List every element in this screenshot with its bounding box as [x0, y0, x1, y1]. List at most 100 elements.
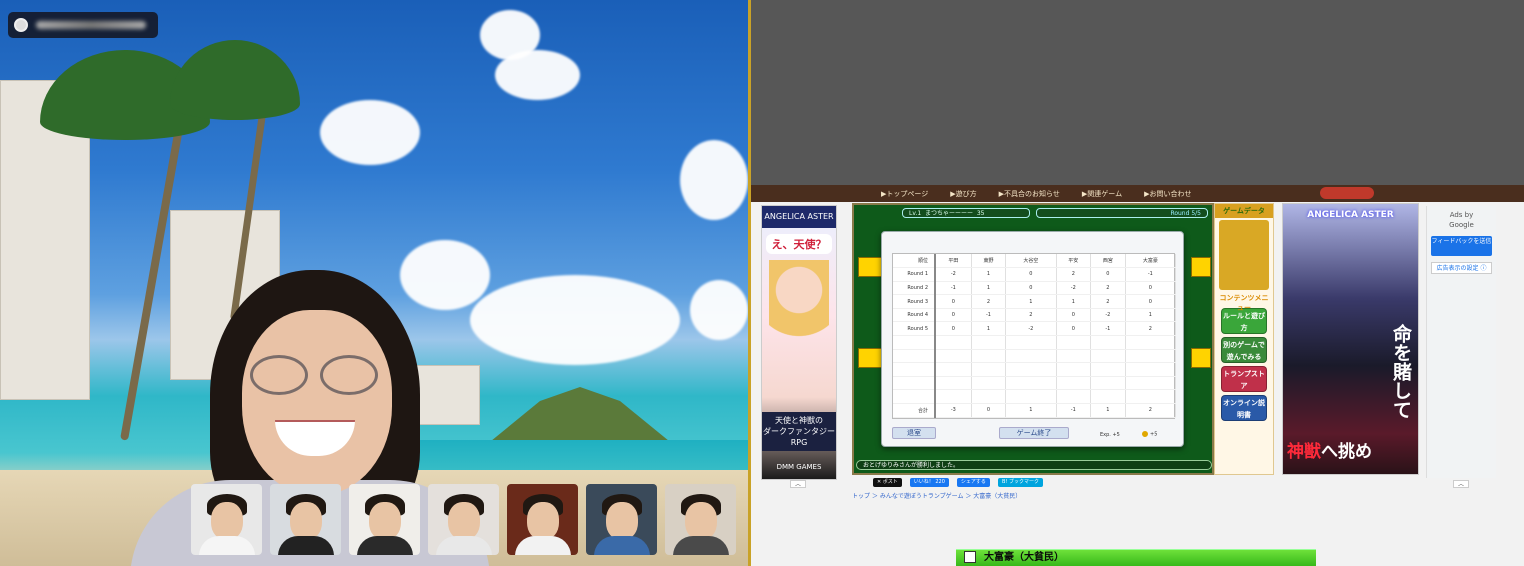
menu-heading: コンテンツメニュー — [1219, 294, 1269, 312]
participant-tile[interactable] — [665, 484, 736, 555]
nav-link[interactable]: ▶トップページ — [881, 189, 928, 199]
empty-row — [893, 349, 1177, 364]
table-row: Round 3021120 — [893, 294, 1177, 309]
glasses-icon — [250, 355, 308, 395]
empty-cell — [1056, 362, 1092, 377]
empty-cell — [935, 335, 972, 350]
coin-count: 35 — [976, 210, 985, 217]
score-table-container: 順位 平田 東野 大谷空 平安 西宮 大富豪 Round 1 -2 1 0 2 0 -1 Ro… — [892, 253, 1177, 419]
share-buttons: ✕ ポスト いいね！ 220 シェアする B! ブックマーク — [873, 478, 1043, 487]
empty-cell — [1005, 376, 1057, 391]
column-header: 平田 — [935, 254, 972, 269]
empty-cell — [1125, 362, 1177, 377]
empty-cell — [971, 389, 1007, 405]
google-text: Google — [1449, 221, 1474, 229]
empty-cell — [1056, 376, 1092, 391]
participant-thumbnails — [191, 484, 736, 555]
ad-brand: DMM GAMES — [776, 463, 822, 471]
trump-store-button[interactable]: トランプストア — [1221, 366, 1267, 392]
score-table: 順位 平田 東野 大谷空 平安 西宮 大富豪 Round 1 -2 1 0 2 0 -1 Ro… — [893, 254, 1177, 418]
ad-line: ダークファンタジー — [763, 427, 835, 436]
other-games-button[interactable]: 別のゲームで遊んでみる — [1221, 337, 1267, 363]
participant-body — [199, 536, 255, 555]
participant-body — [278, 536, 334, 555]
screen: ▶トップページ ▶遊び方 ▶不具合のお知らせ ▶関連ゲーム ▶お問い合わせ AN… — [0, 0, 1524, 566]
game-title-banner: 大富豪（大貧民） — [956, 549, 1316, 566]
column-header: 平安 — [1056, 254, 1092, 269]
blank-area — [751, 0, 1524, 185]
card-button[interactable] — [1191, 257, 1211, 277]
empty-cell — [1125, 376, 1177, 391]
game-title: 大富豪（大貧民） — [984, 552, 1064, 563]
like-button[interactable]: いいね！ 220 — [909, 478, 949, 487]
score-cell: 1 — [1005, 294, 1057, 309]
score-cell: 0 — [1125, 294, 1177, 309]
ad-character-image — [769, 260, 829, 360]
ad-slogan: 神獣へ挑め — [1287, 437, 1372, 462]
post-button[interactable]: ✕ ポスト — [873, 478, 902, 487]
empty-cell — [1056, 335, 1092, 350]
nav-link[interactable]: ▶関連ゲーム — [1082, 189, 1122, 199]
empty-cell — [935, 376, 972, 391]
total-row: 合計 -3 0 1 -1 1 2 — [893, 403, 1177, 418]
score-dialog: 順位 平田 東野 大谷空 平安 西宮 大富豪 Round 1 -2 1 0 2 0 -1 Ro… — [881, 231, 1184, 447]
cloud — [320, 100, 420, 165]
online-manual-button[interactable]: オンライン説明書 — [1221, 395, 1267, 421]
score-cell: 0 — [1090, 267, 1126, 282]
empty-cell — [1090, 362, 1126, 377]
nav-link[interactable]: ▶不具合のお知らせ — [999, 189, 1060, 199]
score-cell: 1 — [971, 267, 1007, 282]
column-header: 大富豪 — [1125, 254, 1177, 269]
empty-cell — [893, 349, 936, 364]
participant-body — [673, 536, 729, 555]
cloud — [690, 280, 748, 340]
participant-tile[interactable] — [270, 484, 341, 555]
left-banner-ad[interactable]: ANGELICA ASTER え、天使？ 天使と神獣の ダークファンタジー RP… — [761, 205, 837, 480]
rules-button[interactable]: ルールと遊び方 — [1221, 308, 1267, 334]
send-feedback-button[interactable]: フィードバックを送信 — [1431, 236, 1492, 256]
collapse-ad-button[interactable]: ︿ — [790, 480, 806, 488]
column-header: 大谷空 — [1005, 254, 1057, 269]
blurred-name — [36, 21, 146, 29]
row-label: Round 2 — [893, 281, 936, 296]
participant-body — [357, 536, 413, 555]
participant-tile[interactable] — [586, 484, 657, 555]
participant-tile[interactable] — [191, 484, 262, 555]
breadcrumb[interactable]: トップ ＞ みんなで遊ぼうトランプゲーム ＞ 大富豪（大貧民） — [852, 491, 1021, 500]
score-cell: -1 — [971, 308, 1007, 323]
score-cell: 2 — [971, 294, 1007, 309]
score-cell: -1 — [1125, 267, 1177, 282]
participant-body — [515, 536, 571, 555]
table-row: Round 4 0 -1 2 0 -2 1 — [893, 308, 1177, 323]
end-game-button[interactable]: ゲーム終了 — [999, 427, 1069, 439]
site-logo[interactable] — [1320, 187, 1374, 199]
exit-room-button[interactable]: 退室 — [892, 427, 936, 439]
participant-tile[interactable] — [507, 484, 578, 555]
empty-cell — [893, 335, 936, 350]
empty-row — [893, 362, 1177, 377]
row-label: Round 5 — [893, 321, 936, 337]
video-call-main-view — [0, 0, 748, 566]
share-button[interactable]: シェアする — [956, 478, 990, 487]
empty-cell — [1090, 376, 1126, 391]
total-cell: 2 — [1125, 403, 1177, 418]
participant-tile[interactable] — [428, 484, 499, 555]
empty-row — [893, 376, 1177, 391]
nav-link[interactable]: ▶遊び方 — [950, 189, 976, 199]
empty-cell — [971, 349, 1007, 364]
participant-tile[interactable] — [349, 484, 420, 555]
bookmark-button[interactable]: B! ブックマーク — [997, 478, 1043, 487]
score-table-body: Round 1 -2 1 0 2 0 -1 Round 2 -1 1 0 -2 2 0 Round 3021… — [893, 267, 1177, 418]
card-button[interactable] — [1191, 348, 1211, 368]
score-cell: 2 — [1090, 281, 1126, 296]
score-cell: 0 — [935, 321, 972, 337]
nav-link[interactable]: ▶お問い合わせ — [1144, 189, 1191, 199]
empty-cell — [893, 389, 936, 405]
game-status-message: おとげゆりみさんが勝利しました。 — [856, 460, 1212, 470]
table-row: Round 1 -2 1 0 2 0 -1 — [893, 267, 1177, 282]
collapse-ad-button[interactable]: ︿ — [1453, 480, 1469, 488]
right-banner-ad[interactable]: ANGELICA ASTER 命を賭して 神獣へ挑め — [1282, 203, 1419, 475]
empty-cell — [1005, 335, 1057, 350]
ad-settings-link[interactable]: 広告表示の設定 ⓘ — [1431, 262, 1492, 274]
participant-face — [527, 502, 559, 540]
